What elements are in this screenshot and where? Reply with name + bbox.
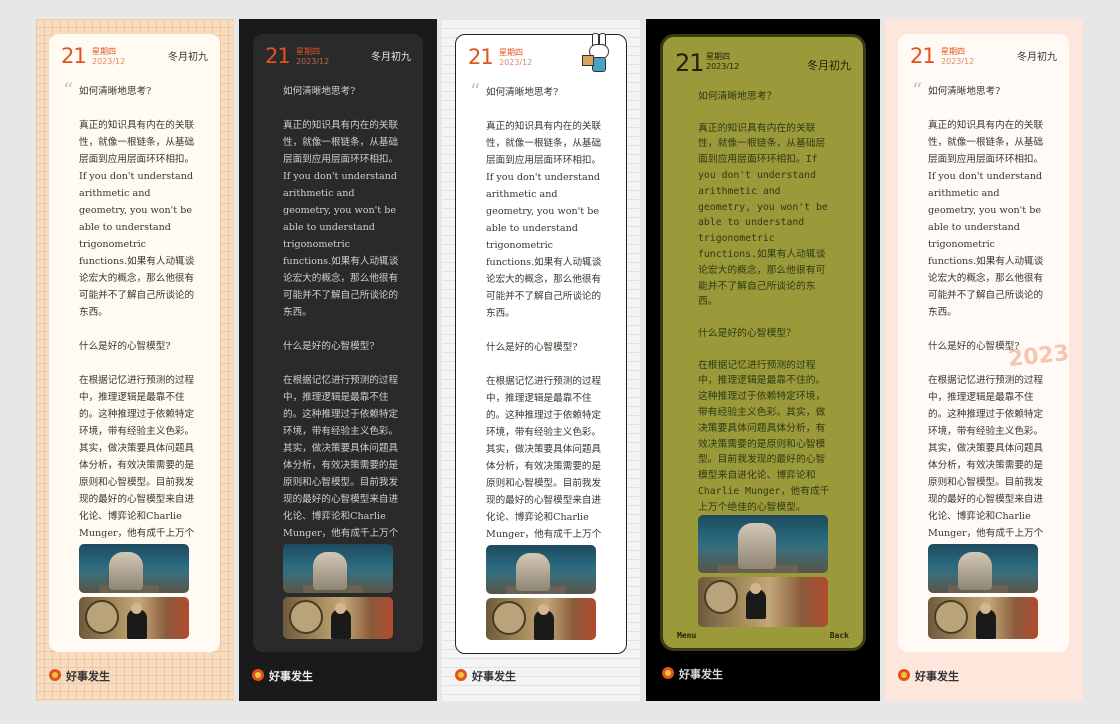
article-text: 如何清晰地思考？ 真正的知识具有内在的关联性，就像一根链条，从基础层面到应用层面… <box>698 91 830 513</box>
brand-logo-icon <box>455 669 467 681</box>
brand-name: 好事发生 <box>472 670 516 683</box>
year-month: 2023/12 <box>296 57 330 66</box>
day-number: 21 <box>468 45 494 69</box>
quote-icon: “ <box>470 79 481 103</box>
year-month: 2023/12 <box>92 57 126 66</box>
statue-image <box>486 545 596 594</box>
calendar-card: 21 星期四 2023/12 冬月初九 如何清晰地思考？ 真正的知识具有内在的关… <box>660 34 866 651</box>
brand-name: 好事发生 <box>915 670 959 683</box>
back-button[interactable]: Back <box>830 631 849 640</box>
statue-image <box>928 544 1038 593</box>
date-header: 21 星期四 2023/12 冬月初九 <box>61 42 208 76</box>
date-header: 21 星期四 2023/12 冬月初九 <box>675 47 851 81</box>
theme-card-peach[interactable]: 21 星期四 2023/12 冬月初九 “ 如何清晰地思考? 真正的知识具有内在… <box>885 19 1083 701</box>
article-text: 如何清晰地思考? 真正的知识具有内在的关联性，就像一根链条，从基础层面到应用层面… <box>283 86 399 556</box>
calendar-card: 21 星期四 2023/12 “ 如何清晰地思考? 真正的知识具有内在的关联性，… <box>455 33 627 654</box>
day-number: 21 <box>910 44 936 68</box>
year-month: 2023/12 <box>706 62 740 71</box>
brand-name: 好事发生 <box>66 670 110 683</box>
quote-icon: “ <box>63 78 74 102</box>
day-number: 21 <box>265 44 291 68</box>
lunar-date: 冬月初九 <box>371 52 411 63</box>
menu-button[interactable]: Menu <box>677 631 696 640</box>
calendar-card: 21 星期四 2023/12 冬月初九 “ 如何清晰地思考? 真正的知识具有内在… <box>898 34 1069 652</box>
brand-logo-icon <box>898 669 910 681</box>
lunar-date: 冬月初九 <box>168 52 208 63</box>
brand-logo-icon <box>49 669 61 681</box>
scholar-image <box>79 597 189 639</box>
calendar-card: 21 星期四 2023/12 冬月初九 如何清晰地思考? 真正的知识具有内在的关… <box>253 34 423 652</box>
theme-card-dark[interactable]: 21 星期四 2023/12 冬月初九 如何清晰地思考? 真正的知识具有内在的关… <box>239 19 437 701</box>
year-month: 2023/12 <box>941 57 975 66</box>
year-stamp: 2023 <box>1006 340 1069 373</box>
theme-card-white[interactable]: 21 星期四 2023/12 “ 如何清晰地思考? 真正的知识具有内在的关联性，… <box>442 19 640 701</box>
brand-logo-icon <box>252 669 264 681</box>
statue-image <box>79 544 189 593</box>
weekday: 星期四 <box>499 48 523 57</box>
quote-icon: “ <box>912 78 923 102</box>
date-header: 21 星期四 2023/12 冬月初九 <box>265 42 411 76</box>
article-text: 如何清晰地思考? 真正的知识具有内在的关联性，就像一根链条，从基础层面到应用层面… <box>79 86 195 556</box>
brand-name: 好事发生 <box>679 668 723 681</box>
statue-image <box>283 544 393 593</box>
scholar-image <box>283 597 393 639</box>
lunar-date: 冬月初九 <box>807 59 851 72</box>
weekday: 星期四 <box>296 47 320 56</box>
day-number: 21 <box>675 49 705 77</box>
brand-logo-icon <box>662 667 674 679</box>
article-text: 如何清晰地思考? 真正的知识具有内在的关联性，就像一根链条，从基础层面到应用层面… <box>928 86 1044 556</box>
calendar-card: 21 星期四 2023/12 冬月初九 “ 如何清晰地思考? 真正的知识具有内在… <box>49 34 220 652</box>
scholar-image <box>928 597 1038 639</box>
weekday: 星期四 <box>92 47 116 56</box>
theme-card-lcd[interactable]: 21 星期四 2023/12 冬月初九 如何清晰地思考？ 真正的知识具有内在的关… <box>646 19 880 701</box>
lunar-date: 冬月初九 <box>1017 52 1057 63</box>
scholar-image <box>698 577 828 627</box>
weekday: 星期四 <box>706 52 730 61</box>
day-number: 21 <box>61 44 87 68</box>
rabbit-mascot-icon <box>582 33 612 75</box>
weekday: 星期四 <box>941 47 965 56</box>
statue-image <box>698 515 828 573</box>
article-text: 如何清晰地思考? 真正的知识具有内在的关联性，就像一根链条，从基础层面到应用层面… <box>486 87 602 557</box>
brand-name: 好事发生 <box>269 670 313 683</box>
year-month: 2023/12 <box>499 58 533 67</box>
theme-card-grid[interactable]: 21 星期四 2023/12 冬月初九 “ 如何清晰地思考? 真正的知识具有内在… <box>36 19 234 701</box>
date-header: 21 星期四 2023/12 冬月初九 <box>910 42 1057 76</box>
scholar-image <box>486 598 596 640</box>
